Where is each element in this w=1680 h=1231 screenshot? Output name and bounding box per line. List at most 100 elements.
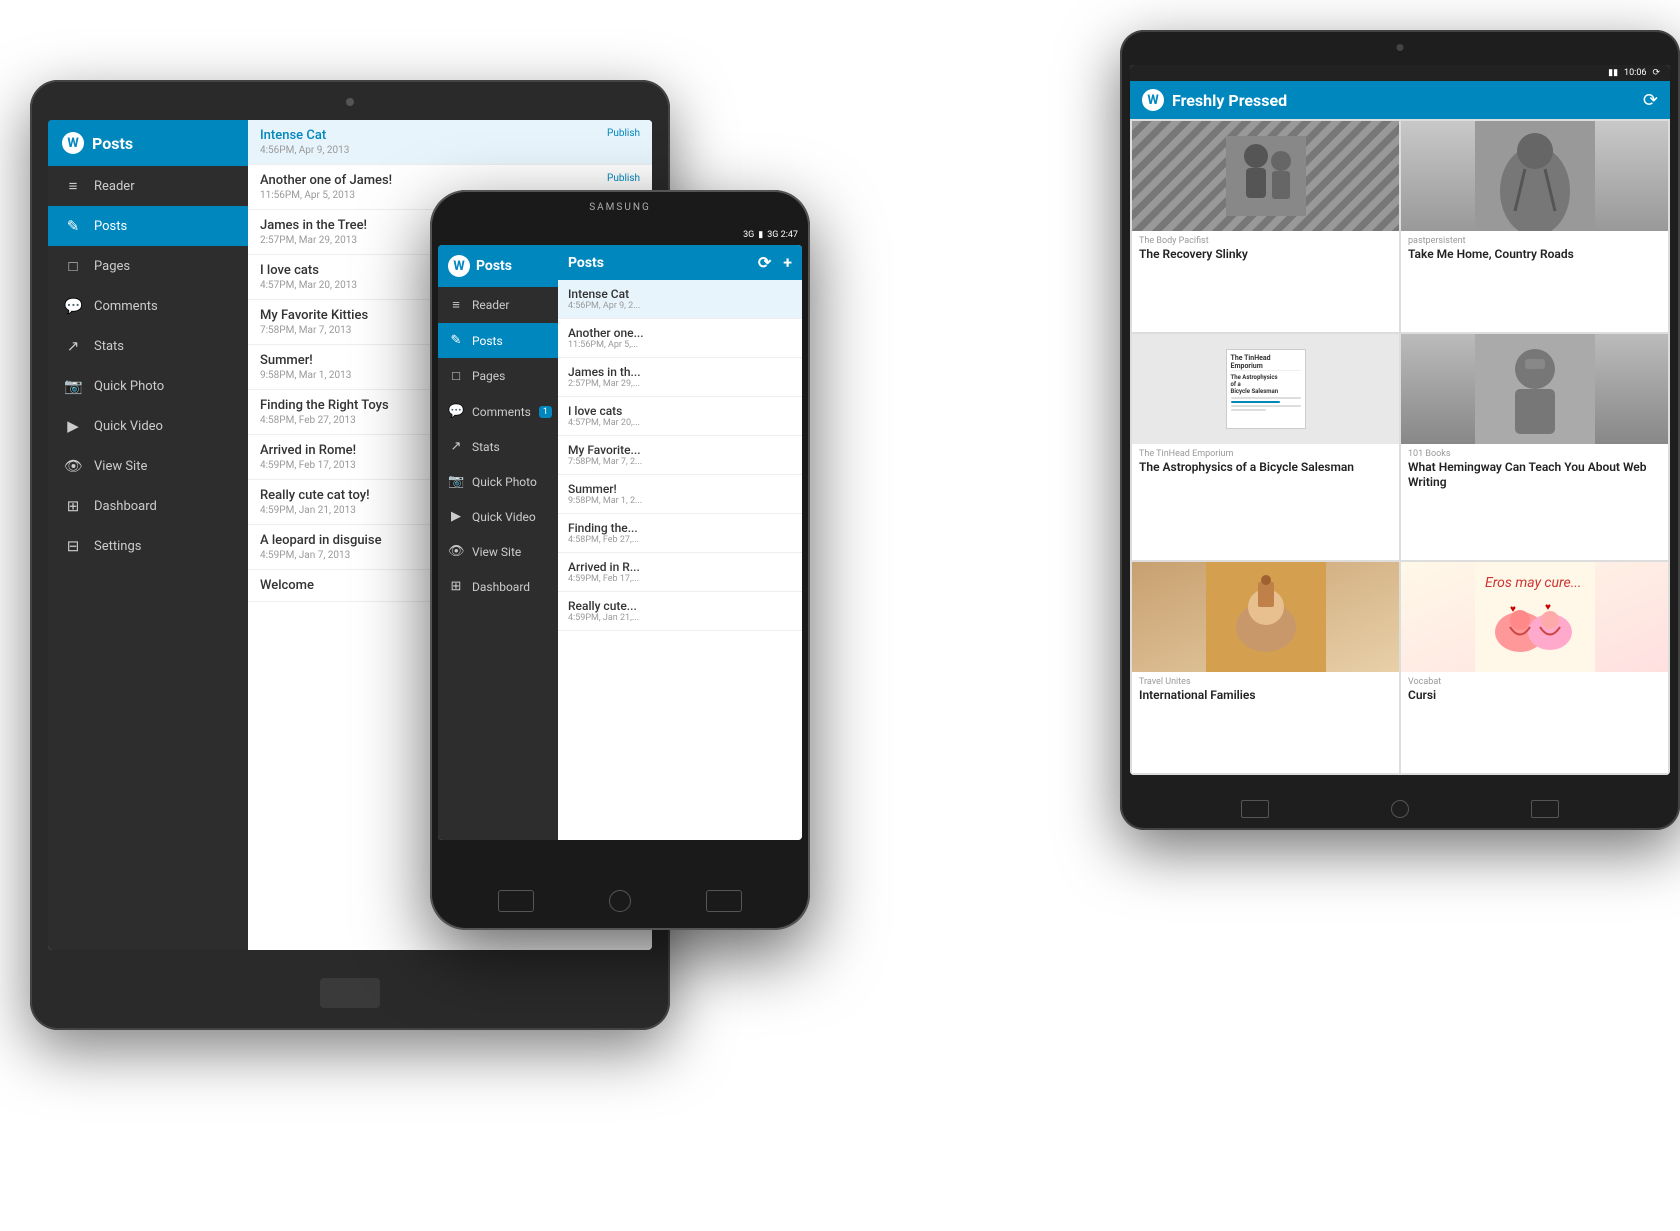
refresh-icon[interactable]: ⟳ [758,253,771,272]
post-meta-0: 4:56PM, Apr 9, 2013 [260,145,640,156]
phone-menu-button[interactable] [498,890,534,912]
tablet-right: ▮▮ 10:06 ⟳ W Freshly Pressed ⟳ [1120,30,1680,830]
phone-post-4[interactable]: My Favorite... 7:58PM, Mar 7, 2... [558,436,802,475]
phone-nav-dashboard[interactable]: ⊞ Dashboard [438,569,558,604]
fp-card-body-0: The Body Pacifist The Recovery Slinky [1132,231,1399,332]
fp-time: 10:06 [1624,68,1646,78]
tablet-left-home-button[interactable] [320,978,380,1008]
fp-card-img-5: Eros may cure... ♥ ♥ [1401,562,1668,672]
fp-card-body-5: Vocabat Cursi [1401,672,1668,773]
fp-card-title-5: Cursi [1408,688,1661,704]
phone-post-title-0: Intense Cat [568,287,792,301]
phone-post-7[interactable]: Arrived in R... 4:59PM, Feb 17,... [558,553,802,592]
fp-refresh-icon[interactable]: ⟳ [1652,68,1660,78]
sidebar-item-comments[interactable]: 💬 Comments [48,286,248,326]
phone-battery: ▮ [758,230,763,240]
phone-signal: 3G [743,230,754,240]
phone-post-5[interactable]: Summer! 9:58PM, Mar 1, 2... [558,475,802,514]
phone-quick-photo-icon: 📷 [448,474,464,489]
sidebar-label-quick-photo: Quick Photo [94,379,164,394]
fp-card-5[interactable]: Eros may cure... ♥ ♥ [1401,562,1668,773]
fp-card-4[interactable]: Travel Unites International Families [1132,562,1399,773]
tablet-right-recents-button[interactable] [1531,800,1559,818]
phone-back-button[interactable] [706,890,742,912]
fp-card-title-1: Take Me Home, Country Roads [1408,247,1661,263]
phone-nav-row [430,890,810,912]
phone-nav-label-view-site: View Site [472,545,521,559]
tablet-left-wp-header: W Posts [48,120,248,166]
settings-icon: ⊟ [64,537,82,555]
sidebar-item-posts[interactable]: ✎ Posts [48,206,248,246]
posts-icon: ✎ [64,217,82,235]
add-icon[interactable]: + [783,253,792,272]
sidebar-item-quick-video[interactable]: ▶ Quick Video [48,406,248,446]
phone-comments-badge: 1 [539,406,552,418]
phone-post-8[interactable]: Really cute... 4:59PM, Jan 21,... [558,592,802,631]
phone-home-button[interactable] [609,890,631,912]
phone-post-meta-6: 4:58PM, Feb 27,... [568,535,792,545]
fp-card-title-2: The Astrophysics of a Bicycle Salesman [1139,460,1392,476]
phone-post-title-1: Another one... [568,326,792,340]
sidebar-label-view-site: View Site [94,459,147,474]
phone-nav-label-quick-video: Quick Video [472,510,536,524]
tablet-right-screen: ▮▮ 10:06 ⟳ W Freshly Pressed ⟳ [1130,65,1670,775]
phone-posts-title: Posts [476,258,512,274]
scene: W Posts ≡ Reader ✎ Posts □ Pages 💬 Co [0,0,1680,1231]
sidebar-item-reader[interactable]: ≡ Reader [48,166,248,206]
phone-nav-reader[interactable]: ≡ Reader [438,287,558,323]
phone-post-1[interactable]: Another one... 11:56PM, Apr 5,... [558,319,802,358]
phone-post-0[interactable]: Intense Cat 4:56PM, Apr 9, 2... [558,280,802,319]
phone-post-3[interactable]: I love cats 4:57PM, Mar 20,... [558,397,802,436]
fp-card-img-3 [1401,334,1668,444]
fp-card-2[interactable]: The TinHead Emporium The Astrophysicsof … [1132,334,1399,560]
phone-wp-logo: W [448,255,470,277]
phone-posts-icon: ✎ [448,333,464,348]
tablet-right-home-button[interactable] [1391,800,1409,818]
phone-post-title-8: Really cute... [568,599,792,613]
phone-center: SAMSUNG 3G ▮ 3G 2:47 W Posts ≡ Reader ✎ … [430,190,810,930]
samsung-label: SAMSUNG [589,202,651,213]
phone-nav-pages[interactable]: □ Pages [438,358,558,394]
sidebar-item-stats[interactable]: ↗ Stats [48,326,248,366]
fp-card-title-4: International Families [1139,688,1392,704]
reader-icon: ≡ [64,177,82,195]
sidebar-item-settings[interactable]: ⊟ Settings [48,526,248,566]
phone-nav-quick-photo[interactable]: 📷 Quick Photo [438,464,558,499]
phone-reader-icon: ≡ [448,297,464,313]
sidebar-item-dashboard[interactable]: ⊞ Dashboard [48,486,248,526]
pages-icon: □ [64,257,82,275]
phone-post-meta-8: 4:59PM, Jan 21,... [568,613,792,623]
fp-card-img-4 [1132,562,1399,672]
phone-post-6[interactable]: Finding the... 4:58PM, Feb 27,... [558,514,802,553]
sidebar-item-quick-photo[interactable]: 📷 Quick Photo [48,366,248,406]
sidebar-label-posts: Posts [94,219,127,234]
fp-signal: ▮▮ [1608,68,1618,78]
phone-post-title-2: James in th... [568,365,792,379]
fp-card-3[interactable]: 101 Books What Hemingway Can Teach You A… [1401,334,1668,560]
phone-post-2[interactable]: James in th... 2:57PM, Mar 29,... [558,358,802,397]
phone-nav-view-site[interactable]: 👁 View Site [438,534,558,569]
phone-nav-label-dashboard: Dashboard [472,580,530,594]
fp-card-img-1 [1401,121,1668,231]
fp-card-0[interactable]: The Body Pacifist The Recovery Slinky [1132,121,1399,332]
fp-card-img-0 [1132,121,1399,231]
sidebar-item-pages[interactable]: □ Pages [48,246,248,286]
sidebar-item-view-site[interactable]: 👁 View Site [48,446,248,486]
svg-text:♥: ♥ [1545,602,1551,613]
fp-wp-logo: W [1142,89,1164,111]
fp-card-blog-5: Vocabat [1408,677,1661,687]
comments-icon: 💬 [64,297,82,315]
fp-card-1[interactable]: pastpersistent Take Me Home, Country Roa… [1401,121,1668,332]
tinhead-document: The TinHead Emporium The Astrophysicsof … [1226,349,1306,429]
fp-card-body-3: 101 Books What Hemingway Can Teach You A… [1401,444,1668,560]
fp-refresh-button[interactable]: ⟳ [1643,90,1658,111]
phone-nav-posts[interactable]: ✎ Posts [438,323,558,358]
phone-posts-header: Posts ⟳ + [558,245,802,280]
phone-nav-stats[interactable]: ↗ Stats [438,429,558,464]
svg-text:♥: ♥ [1510,604,1516,615]
phone-nav-comments[interactable]: 💬 Comments 1 [438,394,558,429]
post-item-0[interactable]: Publish Intense Cat 4:56PM, Apr 9, 2013 [248,120,652,165]
phone-post-title-6: Finding the... [568,521,792,535]
phone-nav-quick-video[interactable]: ▶ Quick Video [438,499,558,534]
tablet-right-back-button[interactable] [1241,800,1269,818]
